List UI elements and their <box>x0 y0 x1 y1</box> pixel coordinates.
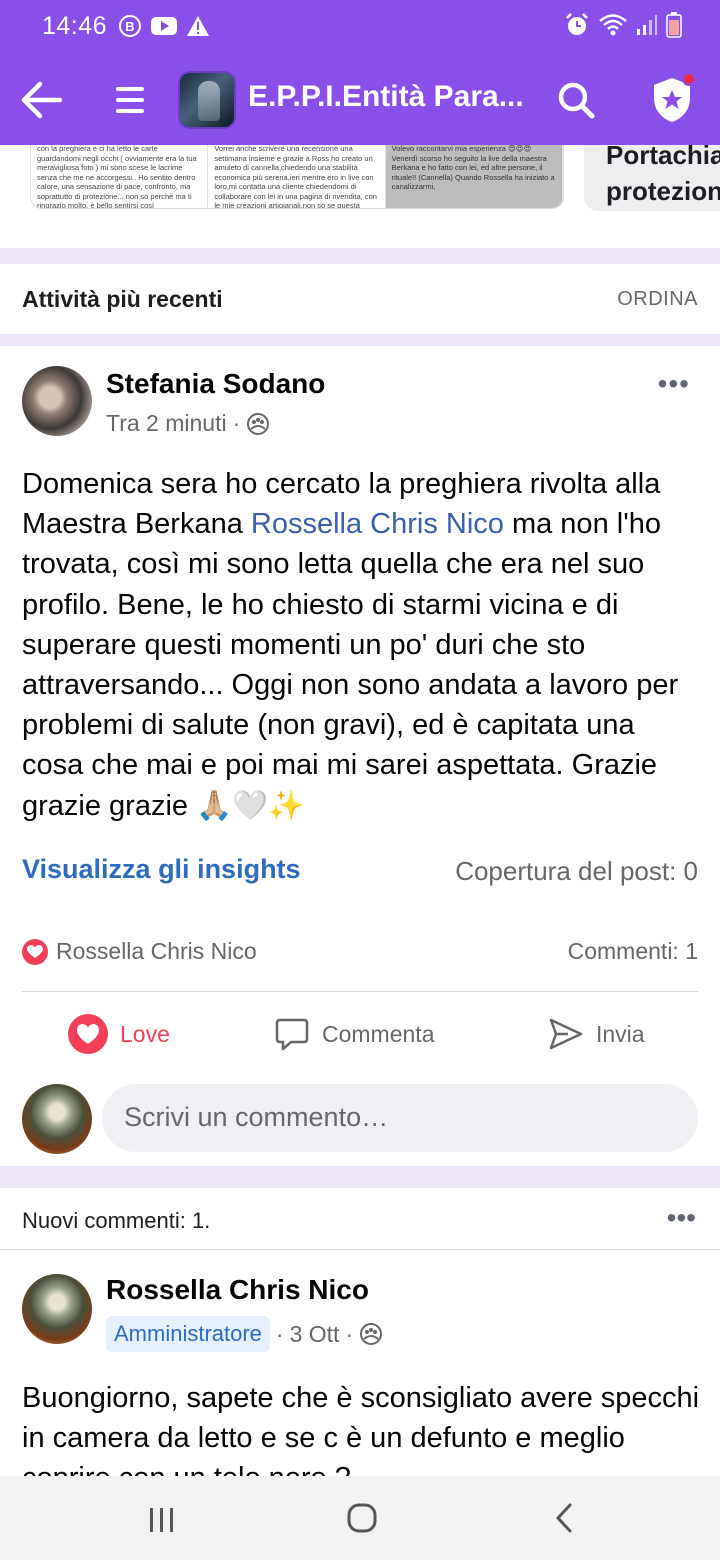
my-avatar[interactable] <box>22 1084 92 1154</box>
post-author[interactable]: Stefania Sodano <box>106 368 325 400</box>
comment-button[interactable]: Commenta <box>274 1012 434 1056</box>
post-meta: Amministratore · 3 Ott · <box>106 1316 383 1352</box>
status-time: 14:46 <box>42 12 108 40</box>
group-audience-icon <box>360 1323 383 1345</box>
recent-apps-icon[interactable] <box>148 1506 176 1534</box>
admin-badge: Amministratore <box>106 1316 270 1352</box>
author-avatar[interactable] <box>22 1274 92 1344</box>
back-arrow-icon[interactable] <box>20 80 64 120</box>
reactions-summary[interactable]: Rossella Chris Nico <box>22 938 257 965</box>
alarm-icon <box>566 13 588 35</box>
meta-separator: · <box>232 410 241 436</box>
review-text-2: Vorrei anche scrivere una recensione una… <box>208 145 386 208</box>
post-mention[interactable]: Rossella Chris Nico <box>251 508 504 540</box>
post-card: Stefania Sodano Tra 2 minuti · ••• Domen… <box>0 346 720 1166</box>
love-reaction-icon <box>22 938 48 965</box>
wifi-icon <box>599 14 627 36</box>
send-label: Invia <box>596 1020 645 1047</box>
comment-label: Commenta <box>322 1020 435 1047</box>
love-icon <box>68 1014 108 1054</box>
notification-dot <box>682 72 696 86</box>
home-icon[interactable] <box>346 1502 378 1534</box>
comment-icon <box>275 1018 309 1051</box>
post-text-2: ma non l'ho trovata, così mi sono letta … <box>22 508 679 822</box>
section-separator <box>0 1166 720 1188</box>
new-comments-more-icon[interactable]: ••• <box>667 1202 696 1234</box>
meta-separator: · <box>275 1320 284 1347</box>
section-title: Attività più recenti <box>22 286 223 312</box>
recent-activity-header: Attività più recenti ORDINA <box>0 264 720 334</box>
svg-text:B: B <box>125 19 134 34</box>
view-insights-link[interactable]: Visualizza gli insights <box>22 854 301 885</box>
post-meta: Tra 2 minuti · <box>106 410 270 437</box>
group-thumbnail[interactable] <box>178 71 236 129</box>
post-reach: Copertura del post: 0 <box>455 856 698 886</box>
status-left-icons: B <box>118 14 210 38</box>
actions-divider <box>22 991 698 992</box>
section-separator <box>0 334 720 346</box>
love-button[interactable]: Love <box>68 1012 170 1056</box>
send-button[interactable]: Invia <box>548 1012 645 1056</box>
post-author[interactable]: Rossella Chris Nico <box>106 1274 369 1306</box>
comment-input[interactable]: Scrivi un commento… <box>102 1084 698 1152</box>
post-time[interactable]: Tra 2 minuti <box>106 410 227 437</box>
menu-icon[interactable] <box>112 82 148 118</box>
review-text-1: con la preghiera e ci ha letto le carte … <box>31 145 209 208</box>
featured-card-title: Portachia protezion <box>606 145 720 206</box>
status-bar: 14:46 B <box>0 0 720 56</box>
post-card: Rossella Chris Nico Amministratore · 3 O… <box>0 1252 720 1476</box>
battery-icon <box>666 12 682 38</box>
alert-icon <box>187 16 209 36</box>
author-avatar[interactable] <box>22 366 92 436</box>
status-right-icons <box>564 12 682 38</box>
sort-button[interactable]: ORDINA <box>617 288 698 311</box>
top-bar: 14:46 B E.P.P.I.Entità Para... <box>0 0 720 145</box>
love-label: Love <box>120 1020 170 1047</box>
youtube-icon <box>151 17 177 35</box>
post-body: Buongiorno, sapete che è sconsigliato av… <box>22 1382 700 1476</box>
featured-card-portachiavi[interactable]: Portachia protezion <box>584 145 720 211</box>
new-comments-bar: Nuovi commenti: 1. ••• <box>0 1188 720 1250</box>
app-bar: E.P.P.I.Entità Para... <box>0 66 720 136</box>
back-nav-icon[interactable] <box>552 1502 576 1534</box>
system-nav-bar <box>0 1476 720 1560</box>
section-separator <box>0 248 720 264</box>
group-title[interactable]: E.P.P.I.Entità Para... <box>248 80 538 114</box>
signal-icon <box>637 15 657 35</box>
featured-card-reviews[interactable]: con la preghiera e ci ha letto le carte … <box>30 145 564 209</box>
post-more-options-icon[interactable]: ••• <box>658 368 690 400</box>
meta-separator: · <box>345 1320 354 1347</box>
post-time[interactable]: 3 Ott <box>290 1321 340 1348</box>
review-text-3: Volevo raccontarvi mia esperienza 😍😍😍 Ve… <box>385 145 563 208</box>
reactor-name: Rossella Chris Nico <box>56 938 257 964</box>
search-icon[interactable] <box>556 80 596 120</box>
post-body: Domenica sera ho cercato la preghiera ri… <box>22 464 702 826</box>
b-circle-icon: B <box>119 15 141 37</box>
comments-count[interactable]: Commenti: 1 <box>568 938 698 965</box>
send-icon <box>549 1018 583 1050</box>
group-audience-icon <box>247 412 270 435</box>
featured-carousel: con la preghiera e ci ha letto le carte … <box>0 145 720 248</box>
new-comments-label: Nuovi commenti: 1. <box>22 1208 211 1233</box>
